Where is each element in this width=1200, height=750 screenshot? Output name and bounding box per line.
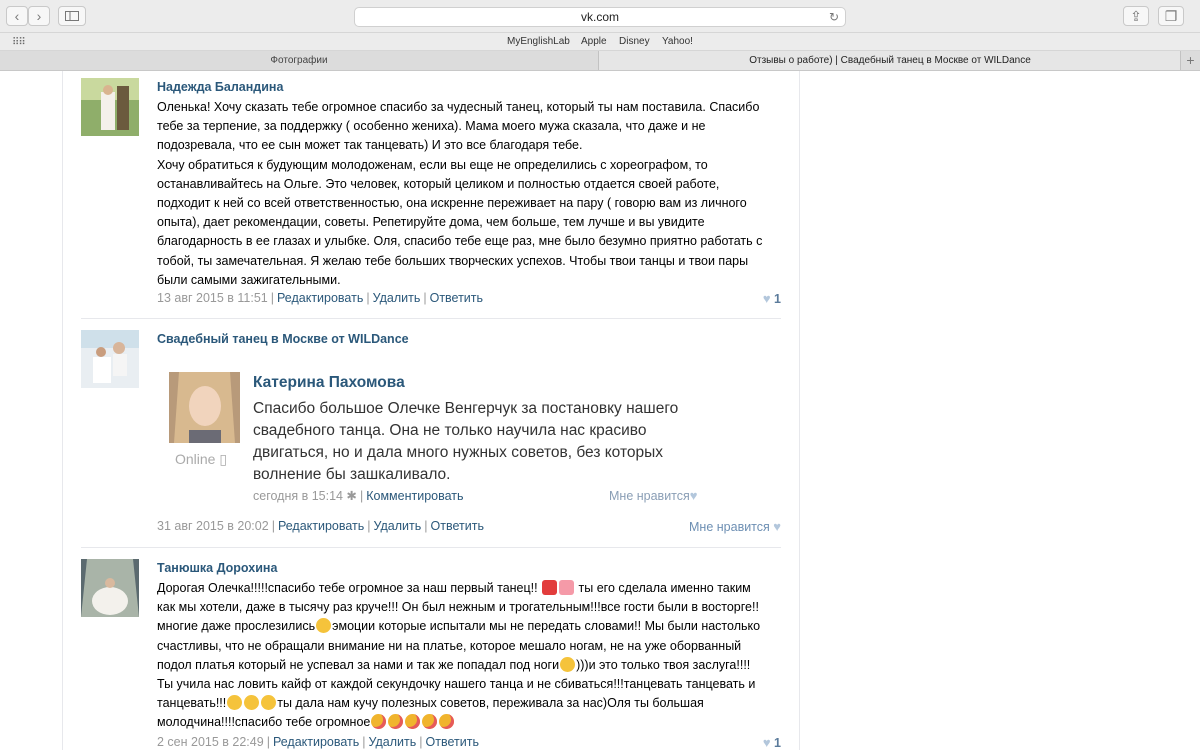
comment-author[interactable]: Танюшка Дорохина: [157, 561, 277, 575]
url-text: vk.com: [580, 10, 619, 24]
couple-emoji-icon: [559, 580, 575, 595]
repost-text: Спасибо большое Олечке Венгерчук за пост…: [253, 400, 679, 483]
kiss-emoji-icon: [439, 714, 455, 730]
comment-text: Дорогая Олечка!!!!!спасибо тебе огромное…: [157, 580, 761, 730]
like-count: 1: [774, 736, 781, 750]
new-tab-button[interactable]: +: [1180, 51, 1200, 70]
delete-link[interactable]: Удалить: [374, 519, 422, 533]
online-status: Online ▯: [175, 451, 228, 467]
favorite-disney[interactable]: Disney: [619, 36, 650, 47]
favorite-myenglishlab[interactable]: MyEnglishLab: [507, 36, 570, 47]
comment-date[interactable]: 2 сен 2015 в 22:49: [157, 735, 264, 749]
reply-link[interactable]: Ответить: [430, 291, 483, 305]
edit-link[interactable]: Редактировать: [273, 735, 359, 749]
like-button[interactable]: ♥ 1: [763, 291, 781, 306]
sidebar-icon: [65, 11, 79, 21]
heart-icon: ♥: [689, 488, 698, 503]
repost-meta: сегодня в 15:14 ✱ | Комментировать: [253, 489, 464, 503]
comment-text: Оленька! Хочу сказать тебе огромное спас…: [157, 100, 763, 287]
share-icon: ⇪: [1130, 8, 1142, 24]
repost-like-button[interactable]: Мне нравится♥: [609, 488, 698, 503]
address-bar[interactable]: vk.com ↻: [354, 7, 846, 27]
comment-author[interactable]: Свадебный танец в Москве от WILDance: [157, 332, 409, 346]
heart-icon: ♥: [762, 735, 771, 750]
tabs-overview-button[interactable]: ❐: [1158, 6, 1184, 26]
repost-avatar[interactable]: [169, 372, 240, 443]
wink-emoji-icon: [244, 695, 260, 711]
wink-emoji-icon: [227, 695, 243, 711]
kiss-emoji-icon: [388, 714, 404, 730]
back-button[interactable]: ‹: [6, 6, 28, 26]
comment-author[interactable]: Надежда Баландина: [157, 80, 283, 94]
like-button[interactable]: Мне нравится ♥: [689, 519, 781, 534]
edit-link[interactable]: Редактировать: [277, 291, 363, 305]
avatar[interactable]: [81, 78, 139, 136]
comment-date[interactable]: 13 авг 2015 в 11:51: [157, 291, 268, 305]
kiss-emoji-icon: [405, 714, 421, 730]
edit-link[interactable]: Редактировать: [278, 519, 364, 533]
comment-date[interactable]: 31 авг 2015 в 20:02: [157, 519, 269, 533]
comment-meta: 13 авг 2015 в 11:51 | Редактировать | Удалит…: [157, 291, 484, 305]
chevron-left-icon: ‹: [14, 8, 20, 24]
grid-icon[interactable]: ⠿⠿: [12, 37, 26, 48]
heart-icon: ♥: [762, 291, 771, 306]
divider: [81, 547, 781, 548]
repost-author[interactable]: Катерина Пахомова: [253, 374, 405, 392]
comment-meta: 2 сен 2015 в 22:49 | Редактировать | Удалить…: [157, 735, 479, 749]
browser-toolbar: ‹ › vk.com ↻ ⇪ ❐: [0, 0, 1200, 33]
android-icon: ✱: [346, 489, 357, 503]
comment-meta: 31 авг 2015 в 20:02 | Редактировать | Удалит…: [157, 519, 484, 533]
mobile-icon: ▯: [219, 451, 228, 467]
avatar[interactable]: [81, 559, 139, 617]
wink-emoji-icon: [261, 695, 277, 711]
chevron-right-icon: ›: [36, 8, 42, 24]
divider: [81, 318, 781, 319]
dancer-emoji-icon: [542, 580, 558, 595]
favorite-apple[interactable]: Apple: [581, 36, 607, 47]
avatar[interactable]: [81, 330, 139, 388]
grin-emoji-icon: [560, 656, 576, 672]
like-count: 1: [774, 292, 781, 306]
like-button[interactable]: ♥ 1: [763, 735, 781, 750]
reply-link[interactable]: Ответить: [431, 519, 484, 533]
comment-link[interactable]: Комментировать: [366, 489, 463, 503]
sidebar-toggle-button[interactable]: [58, 6, 86, 26]
heart-icon: ♥: [773, 519, 781, 534]
favorite-yahoo[interactable]: Yahoo!: [662, 36, 693, 47]
tabs-icon: ❐: [1164, 8, 1178, 24]
smile-emoji-icon: [316, 618, 332, 634]
favorites-bar: ⠿⠿ MyEnglishLab Apple Disney Yahoo!: [0, 33, 1200, 51]
delete-link[interactable]: Удалить: [373, 291, 421, 305]
like-label: Мне нравится: [689, 520, 770, 534]
forward-button[interactable]: ›: [28, 6, 50, 26]
kiss-emoji-icon: [422, 714, 438, 730]
tab-photos[interactable]: Фотографии: [0, 51, 599, 70]
reload-icon[interactable]: ↻: [829, 8, 839, 26]
reply-link[interactable]: Ответить: [426, 735, 479, 749]
tab-bar: Фотографии Отзывы о работе) | Свадебный …: [0, 51, 1200, 71]
delete-link[interactable]: Удалить: [369, 735, 417, 749]
tab-reviews[interactable]: Отзывы о работе) | Свадебный танец в Мос…: [599, 51, 1181, 70]
comments-page: Надежда Баландина Оленька! Хочу сказать …: [62, 71, 800, 750]
repost-date[interactable]: сегодня в 15:14: [253, 489, 343, 503]
kiss-emoji-icon: [371, 714, 387, 730]
share-button[interactable]: ⇪: [1123, 6, 1149, 26]
